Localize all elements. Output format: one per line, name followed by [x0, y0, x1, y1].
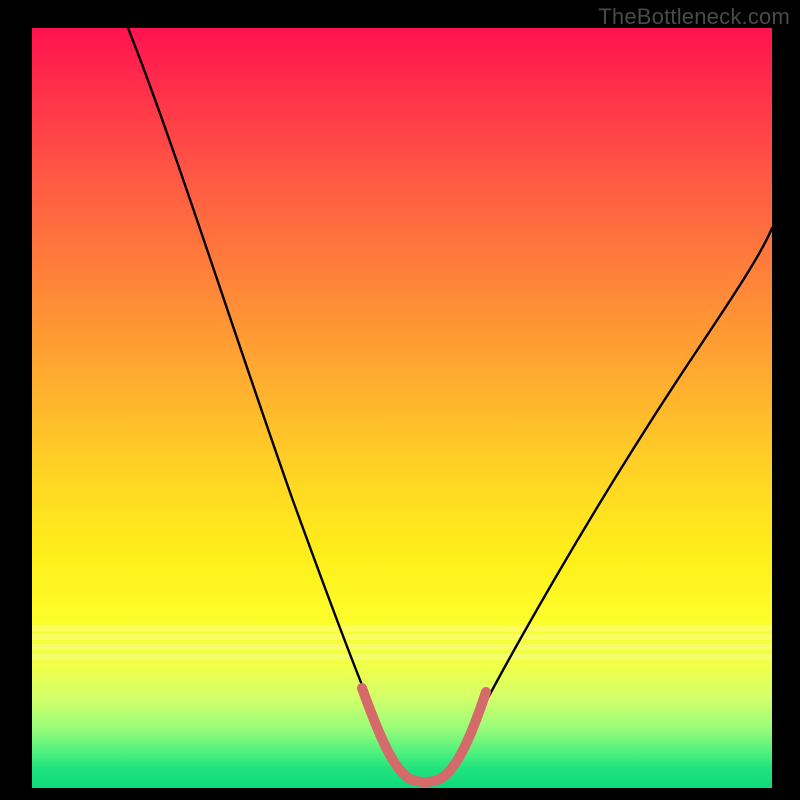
bottleneck-curve — [128, 28, 772, 781]
plot-area — [32, 28, 772, 788]
bottom-highlight — [362, 688, 486, 782]
chart-stage: TheBottleneck.com — [0, 0, 800, 800]
curve-svg — [32, 28, 772, 788]
watermark-text: TheBottleneck.com — [598, 4, 790, 30]
